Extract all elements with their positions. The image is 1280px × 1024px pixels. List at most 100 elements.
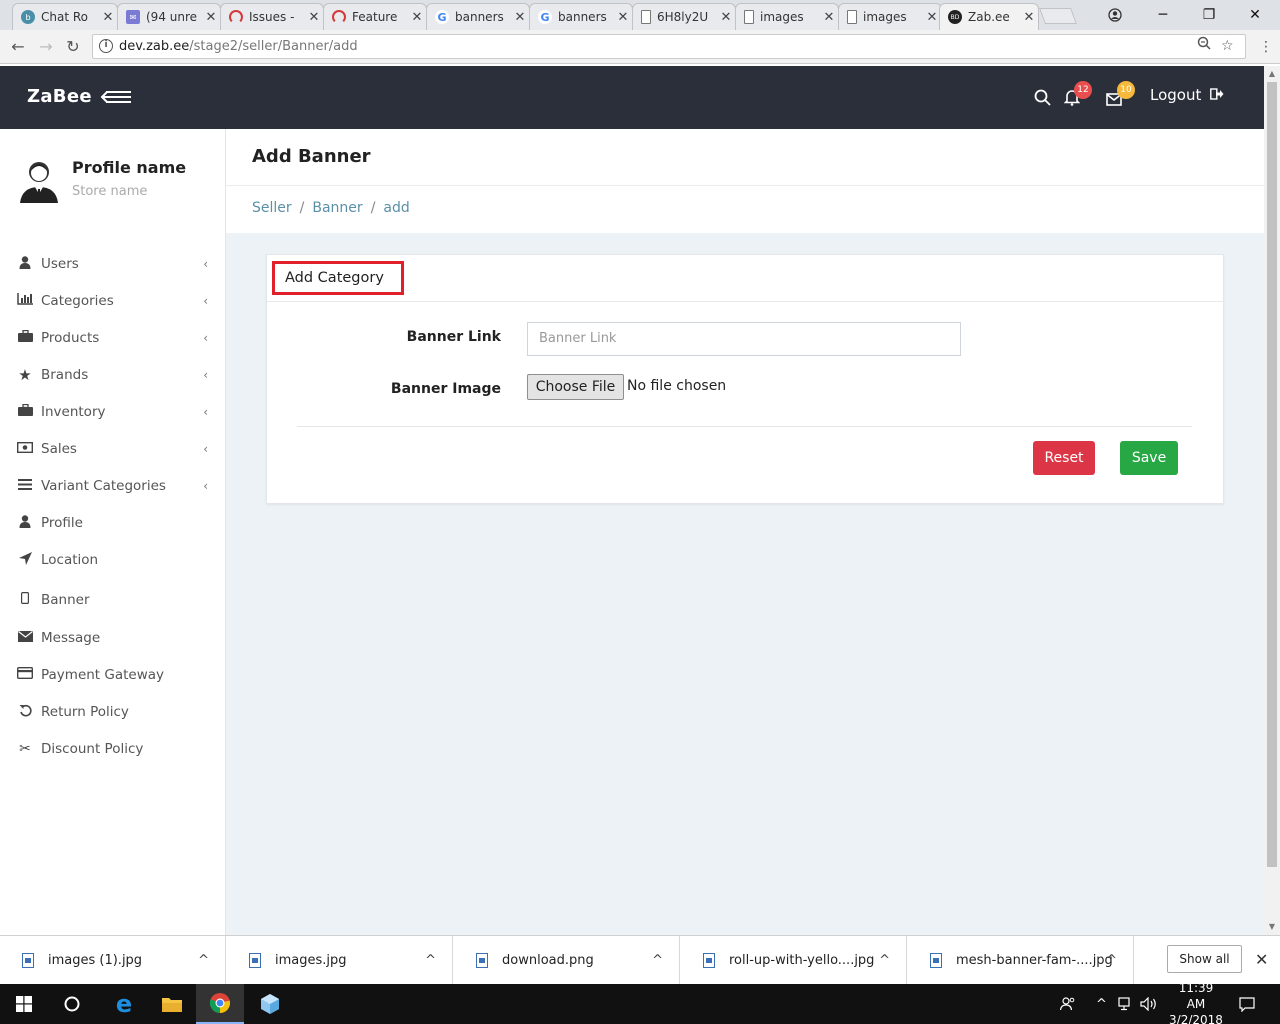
- sidebar-item-banner[interactable]: Banner: [0, 585, 226, 615]
- clock[interactable]: 11:39 AM 3/2/2018: [1168, 981, 1224, 1024]
- vertical-scrollbar[interactable]: ▲ ▼: [1264, 66, 1280, 935]
- browser-tab[interactable]: G banners ✕: [529, 3, 633, 30]
- breadcrumb-seller[interactable]: Seller: [252, 200, 292, 216]
- forward-icon[interactable]: →: [36, 37, 56, 57]
- minimize-icon[interactable]: ─: [1140, 0, 1186, 30]
- sidebar-item-label: Location: [41, 552, 99, 568]
- chevron-up-icon[interactable]: ^: [1106, 953, 1117, 968]
- back-icon[interactable]: ←: [8, 37, 28, 57]
- sidebar-toggle-icon[interactable]: [100, 89, 132, 109]
- chevron-left-icon: ‹: [203, 368, 208, 382]
- download-item[interactable]: images (1).jpg ^: [0, 936, 226, 985]
- main-content: Add Banner Seller / Banner / add Add Categor…: [226, 129, 1264, 935]
- action-center-icon[interactable]: [1239, 984, 1255, 1024]
- close-icon[interactable]: ✕: [408, 10, 426, 25]
- edge-icon[interactable]: e: [100, 984, 148, 1024]
- network-icon[interactable]: [1118, 984, 1134, 1024]
- sidebar-item-message[interactable]: Message: [0, 623, 226, 653]
- sidebar-item-label: Categories: [41, 293, 114, 309]
- chat-icon: b: [21, 10, 35, 24]
- browser-tab[interactable]: G banners ✕: [426, 3, 530, 30]
- reload-icon[interactable]: ↻: [63, 37, 83, 57]
- image-file-icon: [703, 953, 715, 968]
- breadcrumb-banner[interactable]: Banner: [312, 200, 362, 216]
- browser-tab[interactable]: 6H8ly2U ✕: [632, 3, 736, 30]
- close-icon[interactable]: ✕: [1255, 950, 1268, 969]
- browser-tab[interactable]: images ✕: [735, 3, 839, 30]
- chevron-up-icon[interactable]: ^: [1096, 984, 1107, 1024]
- sidebar-item-profile[interactable]: Profile: [0, 508, 226, 538]
- chevron-up-icon[interactable]: ^: [879, 953, 890, 968]
- banner-link-input[interactable]: Banner Link: [527, 322, 961, 356]
- save-button[interactable]: Save: [1120, 441, 1178, 475]
- search-icon[interactable]: [1034, 89, 1051, 110]
- sidebar-item-sales[interactable]: Sales ‹: [0, 434, 226, 464]
- sidebar-item-return-policy[interactable]: Return Policy: [0, 697, 226, 727]
- menu-dots-icon[interactable]: ⋮: [1256, 37, 1276, 57]
- new-tab-button[interactable]: [1039, 8, 1077, 24]
- bookmark-star-icon[interactable]: ☆: [1221, 35, 1234, 58]
- window-close-icon[interactable]: ✕: [1232, 0, 1278, 30]
- choose-file-button[interactable]: Choose File: [527, 374, 624, 400]
- browser-tab[interactable]: b Chat Ro ✕: [12, 3, 118, 30]
- sidebar-item-users[interactable]: Users ‹: [0, 249, 226, 279]
- notification-badge: 12: [1074, 81, 1092, 99]
- tab-label: banners: [455, 10, 504, 24]
- sidebar-item-label: Payment Gateway: [41, 667, 165, 683]
- credit-card-icon: [16, 666, 34, 683]
- close-icon[interactable]: ✕: [202, 10, 220, 25]
- close-icon[interactable]: ✕: [305, 10, 323, 25]
- profile-icon[interactable]: [1092, 0, 1138, 30]
- browser-tab-active[interactable]: BD Zab.ee ✕: [939, 3, 1039, 30]
- browser-tab[interactable]: images ✕: [838, 3, 942, 30]
- cortana-icon[interactable]: [48, 984, 96, 1024]
- show-all-button[interactable]: Show all: [1167, 945, 1242, 973]
- sidebar-item-location[interactable]: Location: [0, 545, 226, 575]
- scroll-up-icon[interactable]: ▲: [1264, 66, 1280, 82]
- scroll-down-icon[interactable]: ▼: [1264, 919, 1280, 935]
- browser-tab[interactable]: Feature ✕: [323, 3, 427, 30]
- browser-tab[interactable]: Issues - ✕: [220, 3, 324, 30]
- scroll-thumb[interactable]: [1267, 82, 1277, 867]
- bar-chart-icon: [17, 293, 33, 309]
- chevron-up-icon[interactable]: ^: [198, 953, 209, 968]
- download-item[interactable]: roll-up-with-yello....jpg ^: [681, 936, 907, 985]
- restore-icon[interactable]: ❐: [1186, 0, 1232, 30]
- zoom-icon[interactable]: [1197, 35, 1211, 58]
- sidebar-item-variant-categories[interactable]: Variant Categories ‹: [0, 471, 226, 501]
- sidebar-item-categories[interactable]: Categories ‹: [0, 286, 226, 316]
- download-item[interactable]: download.png ^: [454, 936, 680, 985]
- download-item[interactable]: mesh-banner-fam-....jpg ^: [908, 936, 1134, 985]
- app-cube-icon[interactable]: [246, 984, 294, 1024]
- banner-form-card: Add Category Banner Link Banner Link Ban…: [266, 254, 1224, 504]
- close-icon[interactable]: ✕: [614, 10, 632, 25]
- chrome-icon[interactable]: [196, 984, 244, 1024]
- divider: [297, 426, 1192, 427]
- chevron-up-icon[interactable]: ^: [425, 953, 436, 968]
- file-explorer-icon[interactable]: [148, 984, 196, 1024]
- logo[interactable]: ZaBee: [27, 86, 92, 107]
- browser-tab[interactable]: ✉ (94 unre ✕: [117, 3, 221, 30]
- sidebar-item-payment-gateway[interactable]: Payment Gateway: [0, 660, 226, 690]
- url-input[interactable]: i dev.zab.ee/stage2/seller/Banner/add ☆: [92, 34, 1246, 59]
- info-icon[interactable]: i: [99, 39, 113, 53]
- avatar[interactable]: [16, 157, 62, 203]
- sidebar-item-discount-policy[interactable]: ✂ Discount Policy: [0, 734, 226, 764]
- briefcase-icon: [17, 329, 33, 346]
- reset-button[interactable]: Reset: [1033, 441, 1095, 475]
- close-icon[interactable]: ✕: [511, 10, 529, 25]
- download-item[interactable]: images.jpg ^: [227, 936, 453, 985]
- people-icon[interactable]: [1060, 984, 1076, 1024]
- chevron-up-icon[interactable]: ^: [652, 953, 663, 968]
- close-icon[interactable]: ✕: [99, 10, 117, 25]
- sidebar-item-inventory[interactable]: Inventory ‹: [0, 397, 226, 427]
- volume-icon[interactable]: [1140, 984, 1158, 1024]
- close-icon[interactable]: ✕: [820, 10, 838, 25]
- close-icon[interactable]: ✕: [1020, 10, 1038, 25]
- close-icon[interactable]: ✕: [717, 10, 735, 25]
- sidebar-item-products[interactable]: Products ‹: [0, 323, 226, 353]
- sidebar-item-brands[interactable]: ★ Brands ‹: [0, 360, 226, 390]
- logout-button[interactable]: Logout: [1150, 86, 1224, 104]
- windows-start-icon[interactable]: [0, 984, 48, 1024]
- chevron-left-icon: ‹: [203, 257, 208, 271]
